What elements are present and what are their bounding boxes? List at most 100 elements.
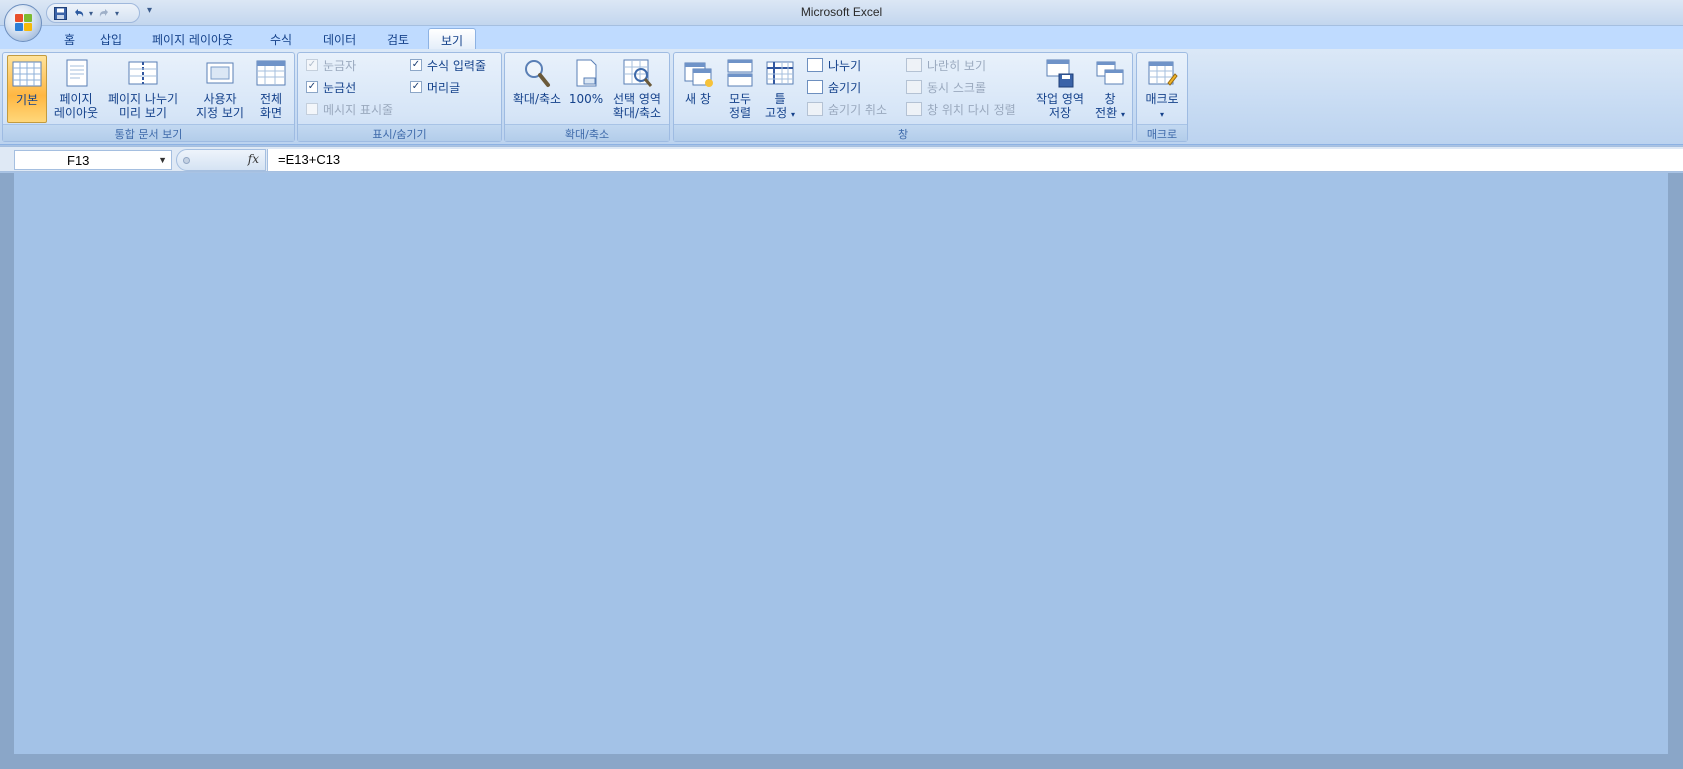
save-workspace-label-2: 저장: [1048, 106, 1072, 120]
group-label-window: 창: [674, 124, 1132, 141]
ribbon: 기본 페이지 레이아웃 페이지 나누기 미리 보기 사용자 지정 보기 전체 화…: [0, 49, 1683, 145]
headings-checkbox[interactable]: ✓ 머리글: [410, 78, 460, 96]
ruler-checkbox[interactable]: ✓ 눈금자: [306, 56, 356, 74]
tab-review[interactable]: 검토: [375, 28, 421, 50]
arrange-all-button[interactable]: 모두 정렬: [722, 55, 758, 123]
insert-function-icon[interactable]: fx: [248, 152, 259, 166]
macros-dropdown-icon: ▾: [1159, 110, 1164, 119]
page-layout-view-label-2: 레이아웃: [53, 106, 99, 120]
name-box[interactable]: F13 ▼: [14, 150, 172, 170]
split-icon: [807, 58, 823, 72]
formula-bar-checkbox[interactable]: ✓ 수식 입력줄: [410, 56, 486, 74]
arrange-all-label-1: 모두: [728, 92, 752, 106]
function-box: fx: [176, 149, 266, 171]
office-button[interactable]: [4, 4, 42, 42]
reset-window-position-label: 창 위치 다시 정렬: [927, 102, 1016, 117]
unhide-button[interactable]: 숨기기 취소: [807, 100, 887, 118]
ruler-label: 눈금자: [323, 58, 357, 73]
switch-windows-label-2: 전환: [1095, 106, 1118, 120]
custom-views-button[interactable]: 사용자 지정 보기: [191, 55, 249, 123]
message-bar-label: 메시지 표시줄: [323, 102, 394, 117]
tab-insert[interactable]: 삽입: [88, 28, 134, 50]
normal-view-icon: [12, 61, 42, 87]
group-window: 새 창 모두 정렬 틀 고정 ▾ 나누기 숨기기 숨기기 취소 나란히 보기 동…: [673, 52, 1133, 142]
switch-windows-button[interactable]: 창 전환 ▾: [1090, 55, 1130, 123]
gridlines-label: 눈금선: [323, 80, 357, 95]
reset-window-position-icon: [906, 102, 922, 116]
formula-bar-check-icon: ✓: [410, 59, 422, 71]
window-frame-left: [0, 173, 14, 769]
tab-formulas[interactable]: 수식: [258, 28, 304, 50]
full-screen-label-2: 화면: [259, 106, 283, 120]
switch-windows-icon: [1096, 61, 1124, 85]
side-by-side-button[interactable]: 나란히 보기: [906, 56, 986, 74]
hide-icon: [807, 80, 823, 94]
page-break-preview-button[interactable]: 페이지 나누기 미리 보기: [103, 55, 183, 123]
freeze-panes-button[interactable]: 틀 고정 ▾: [760, 55, 800, 123]
sync-scroll-label: 동시 스크롤: [927, 80, 987, 95]
side-by-side-label: 나란히 보기: [927, 58, 987, 73]
zoom-to-selection-button[interactable]: 선택 영역 확대/축소: [607, 55, 667, 123]
redo-dropdown-icon[interactable]: ▾: [115, 9, 119, 18]
hide-button[interactable]: 숨기기: [807, 78, 861, 96]
zoom-to-selection-label-1: 선택 영역: [613, 92, 661, 106]
zoom-100-button[interactable]: 100%: [567, 55, 605, 123]
custom-views-label-1: 사용자: [203, 92, 237, 106]
zoom-label: 확대/축소: [512, 92, 562, 106]
redo-icon[interactable]: [97, 6, 111, 20]
tab-view[interactable]: 보기: [428, 28, 477, 50]
message-bar-checkbox[interactable]: 메시지 표시줄: [306, 100, 393, 118]
window-frame-right: [1668, 173, 1683, 769]
gridlines-checkbox[interactable]: ✓ 눈금선: [306, 78, 356, 96]
macros-button[interactable]: 매크로 ▾: [1140, 55, 1184, 123]
zoom-to-selection-label-2: 확대/축소: [612, 106, 662, 120]
full-screen-button[interactable]: 전체 화면: [251, 55, 291, 123]
sync-scroll-icon: [906, 80, 922, 94]
qat-customize-icon[interactable]: ▾: [147, 5, 152, 16]
new-window-label: 새 창: [685, 92, 711, 106]
workbook-area[interactable]: [14, 173, 1668, 754]
new-window-button[interactable]: 새 창: [678, 55, 718, 123]
zoom-button[interactable]: 확대/축소: [509, 55, 565, 123]
freeze-panes-label-1: 틀: [774, 92, 786, 106]
save-icon[interactable]: [53, 6, 67, 20]
page-break-preview-icon: [128, 61, 158, 85]
normal-view-button[interactable]: 기본: [7, 55, 47, 123]
gridlines-check-icon: ✓: [306, 81, 318, 93]
split-button[interactable]: 나누기: [807, 56, 861, 74]
page-layout-view-icon: [66, 59, 88, 87]
freeze-panes-icon: [766, 61, 794, 85]
tab-data[interactable]: 데이터: [311, 28, 368, 50]
sync-scroll-button[interactable]: 동시 스크롤: [906, 78, 986, 96]
zoom-100-label: 100%: [568, 92, 604, 106]
group-label-macros: 매크로: [1137, 124, 1187, 141]
formula-bar-resize-handle[interactable]: [183, 157, 190, 164]
formula-bar-label: 수식 입력줄: [427, 58, 487, 73]
message-bar-check-icon: [306, 103, 318, 115]
unhide-label: 숨기기 취소: [828, 102, 888, 117]
page-break-preview-label-2: 미리 보기: [119, 106, 167, 120]
freeze-panes-label-2: 고정: [765, 106, 788, 120]
switch-windows-label-1: 창: [1104, 92, 1116, 106]
macros-icon: [1148, 61, 1178, 86]
group-label-workbook-views: 통합 문서 보기: [3, 124, 294, 141]
new-window-icon: [684, 62, 713, 87]
page-layout-view-label-1: 페이지: [59, 92, 93, 106]
switch-windows-dropdown-icon: ▾: [1120, 110, 1125, 119]
full-screen-icon: [256, 60, 286, 86]
quick-access-toolbar: ▾ ▾: [46, 3, 140, 23]
save-workspace-button[interactable]: 작업 영역 저장: [1032, 55, 1088, 123]
formula-input[interactable]: =E13+C13: [267, 149, 1683, 171]
undo-dropdown-icon[interactable]: ▾: [89, 9, 93, 18]
page-break-preview-label-1: 페이지 나누기: [107, 92, 179, 106]
page-layout-view-button[interactable]: 페이지 레이아웃: [51, 55, 101, 123]
group-zoom: 확대/축소 100% 선택 영역 확대/축소 확대/축소: [504, 52, 670, 142]
normal-view-label: 기본: [15, 93, 39, 107]
undo-icon[interactable]: [71, 6, 85, 20]
group-workbook-views: 기본 페이지 레이아웃 페이지 나누기 미리 보기 사용자 지정 보기 전체 화…: [2, 52, 295, 142]
tab-page-layout[interactable]: 페이지 레이아웃: [140, 28, 245, 50]
group-label-zoom: 확대/축소: [505, 124, 669, 141]
tab-home[interactable]: 홈: [52, 28, 87, 50]
name-box-dropdown-icon[interactable]: ▼: [158, 155, 167, 165]
reset-window-position-button[interactable]: 창 위치 다시 정렬: [906, 100, 1016, 118]
